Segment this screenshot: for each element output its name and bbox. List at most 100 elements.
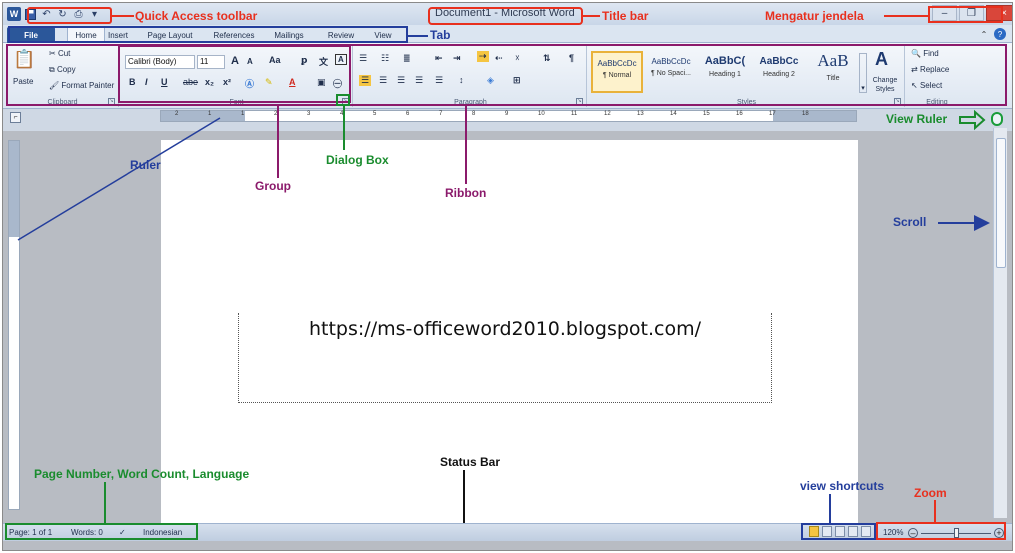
undo-icon[interactable]: ↶ xyxy=(40,8,53,21)
zoom-in-icon[interactable]: + xyxy=(994,528,1004,538)
shrink-font-button[interactable]: A xyxy=(247,57,253,66)
select-button[interactable]: ↖ Select xyxy=(911,81,942,90)
increase-indent-icon[interactable]: ⇥ xyxy=(453,53,461,64)
style-normal[interactable]: AaBbCcDc ¶ Normal xyxy=(591,51,643,93)
font-size-box[interactable]: 11 xyxy=(197,55,225,69)
help-icon[interactable]: ? xyxy=(994,28,1006,40)
rtl-icon[interactable]: ⇠ xyxy=(495,53,503,64)
bold-button[interactable]: B xyxy=(129,77,136,87)
highlight-icon[interactable]: ✎ xyxy=(265,77,273,88)
borders-icon[interactable]: ⊞ xyxy=(513,75,521,86)
enclose-char-icon[interactable]: ㊀ xyxy=(333,77,342,90)
horizontal-ruler[interactable]: 2 1 1 2 3 4 5 6 7 8 9 10 11 12 13 14 15 16 17 18 xyxy=(160,110,857,122)
asian-layout-icon[interactable]: ☓ xyxy=(515,53,520,64)
print-layout-icon[interactable] xyxy=(809,526,819,537)
tab-review[interactable]: Review xyxy=(321,27,361,43)
full-screen-reading-icon[interactable] xyxy=(822,526,832,537)
web-layout-icon[interactable] xyxy=(835,526,845,537)
align-right-icon[interactable]: ☰ xyxy=(397,75,405,86)
clear-format-icon[interactable]: ꝑ xyxy=(301,55,307,66)
style-no-spacing[interactable]: AaBbCcDc ¶ No Spaci... xyxy=(645,51,697,93)
minimize-button[interactable]: – xyxy=(932,5,957,21)
zoom-out-icon[interactable]: – xyxy=(908,528,918,538)
char-border-icon[interactable]: A xyxy=(335,54,347,65)
replace-button[interactable]: ⇄ Replace xyxy=(911,65,949,74)
font-dialog-launcher[interactable]: ↘ xyxy=(342,98,349,105)
style-title[interactable]: AaB Title xyxy=(807,51,859,93)
align-center-icon[interactable]: ☰ xyxy=(379,75,387,86)
styles-dialog-launcher[interactable]: ↘ xyxy=(894,98,901,105)
view-ruler-button[interactable] xyxy=(991,112,1003,126)
char-shading-icon[interactable]: ▣ xyxy=(317,77,326,88)
grow-font-button[interactable]: A xyxy=(231,55,239,67)
tab-file[interactable]: File xyxy=(7,27,55,43)
font-name-box[interactable]: Calibri (Body) xyxy=(125,55,195,69)
change-styles-icon[interactable]: A xyxy=(875,49,888,70)
draft-icon[interactable] xyxy=(861,526,871,537)
tab-home[interactable]: Home xyxy=(67,27,105,43)
language[interactable]: Indonesian xyxy=(143,528,182,537)
phonetic-icon[interactable]: 文 xyxy=(319,55,328,68)
save-icon[interactable] xyxy=(24,8,37,21)
tab-insert[interactable]: Insert xyxy=(103,27,133,43)
print-icon[interactable]: ⎙ xyxy=(72,8,85,21)
justify-icon[interactable]: ☰ xyxy=(415,75,423,86)
italic-button[interactable]: I xyxy=(145,77,148,87)
copy-button[interactable]: ⧉ Copy xyxy=(49,65,76,75)
word-logo-icon[interactable]: W xyxy=(7,7,21,21)
page-number[interactable]: Page: 1 of 1 xyxy=(9,528,52,537)
scroll-thumb[interactable] xyxy=(996,138,1006,268)
distributed-icon[interactable]: ☰ xyxy=(435,75,443,86)
sort-icon[interactable]: ⇅ xyxy=(543,53,551,64)
change-styles-button[interactable]: Change Styles xyxy=(870,76,900,94)
style-heading-2[interactable]: AaBbCc Heading 2 xyxy=(753,51,805,93)
proofing-icon[interactable]: ✓ xyxy=(119,528,126,537)
view-shortcuts xyxy=(809,526,871,537)
vertical-scrollbar[interactable] xyxy=(993,128,1007,518)
close-button[interactable]: × xyxy=(986,5,1012,21)
underline-button[interactable]: U xyxy=(161,77,168,87)
vertical-ruler[interactable] xyxy=(8,140,20,510)
redo-icon[interactable]: ↻ xyxy=(56,8,69,21)
line-spacing-icon[interactable]: ↕ xyxy=(459,75,464,85)
subscript-button[interactable]: x₂ xyxy=(205,77,214,87)
multilevel-list-icon[interactable]: ≣ xyxy=(403,53,411,64)
ltr-icon[interactable]: ⇢ xyxy=(477,51,489,62)
outline-icon[interactable] xyxy=(848,526,858,537)
tab-references[interactable]: References xyxy=(207,27,261,43)
minimize-ribbon-icon[interactable]: ⌃ xyxy=(978,28,990,40)
ribbon-tabs: File Home Insert Page Layout References … xyxy=(3,25,1012,43)
superscript-button[interactable]: x² xyxy=(223,77,231,87)
tab-mailings[interactable]: Mailings xyxy=(267,27,311,43)
customize-icon[interactable]: ▾ xyxy=(88,8,101,21)
decrease-indent-icon[interactable]: ⇤ xyxy=(435,53,443,64)
paste-icon[interactable]: 📋 xyxy=(13,49,35,70)
word-count[interactable]: Words: 0 xyxy=(71,528,103,537)
tab-selector-icon[interactable]: ⌐ xyxy=(10,112,21,123)
font-color-button[interactable]: A xyxy=(289,77,296,87)
cut-button[interactable]: ✂ Cut xyxy=(49,49,70,58)
tab-page-layout[interactable]: Page Layout xyxy=(143,27,197,43)
styles-more-icon[interactable]: ▾ xyxy=(859,53,867,93)
show-marks-button[interactable]: ¶ xyxy=(569,53,574,63)
ruler-number: 4 xyxy=(340,111,344,117)
align-left-icon[interactable]: ☰ xyxy=(359,75,372,86)
shading-icon[interactable]: ◈ xyxy=(487,75,494,86)
zoom-level[interactable]: 120% xyxy=(883,528,903,537)
numbering-icon[interactable]: ☷ xyxy=(381,53,389,64)
format-painter-button[interactable]: 🖌 Format Painter xyxy=(49,81,114,90)
bullets-icon[interactable]: ☰ xyxy=(359,53,367,64)
find-button[interactable]: 🔍 Find xyxy=(911,49,939,58)
zoom-slider-thumb[interactable] xyxy=(954,528,959,538)
style-heading-1[interactable]: AaBbC( Heading 1 xyxy=(699,51,751,93)
restore-button[interactable]: ❐ xyxy=(959,5,984,21)
paste-button[interactable]: Paste xyxy=(13,77,33,86)
replace-icon: ⇄ xyxy=(911,65,920,74)
tab-view[interactable]: View xyxy=(367,27,399,43)
paragraph-dialog-launcher[interactable]: ↘ xyxy=(576,98,583,105)
change-case-button[interactable]: Aa xyxy=(269,55,281,65)
label-zoom: Zoom xyxy=(914,486,947,500)
text-effects-icon[interactable]: Ⓐ xyxy=(245,77,254,90)
clipboard-dialog-launcher[interactable]: ↘ xyxy=(108,98,115,105)
strikethrough-button[interactable]: abe xyxy=(183,77,198,87)
